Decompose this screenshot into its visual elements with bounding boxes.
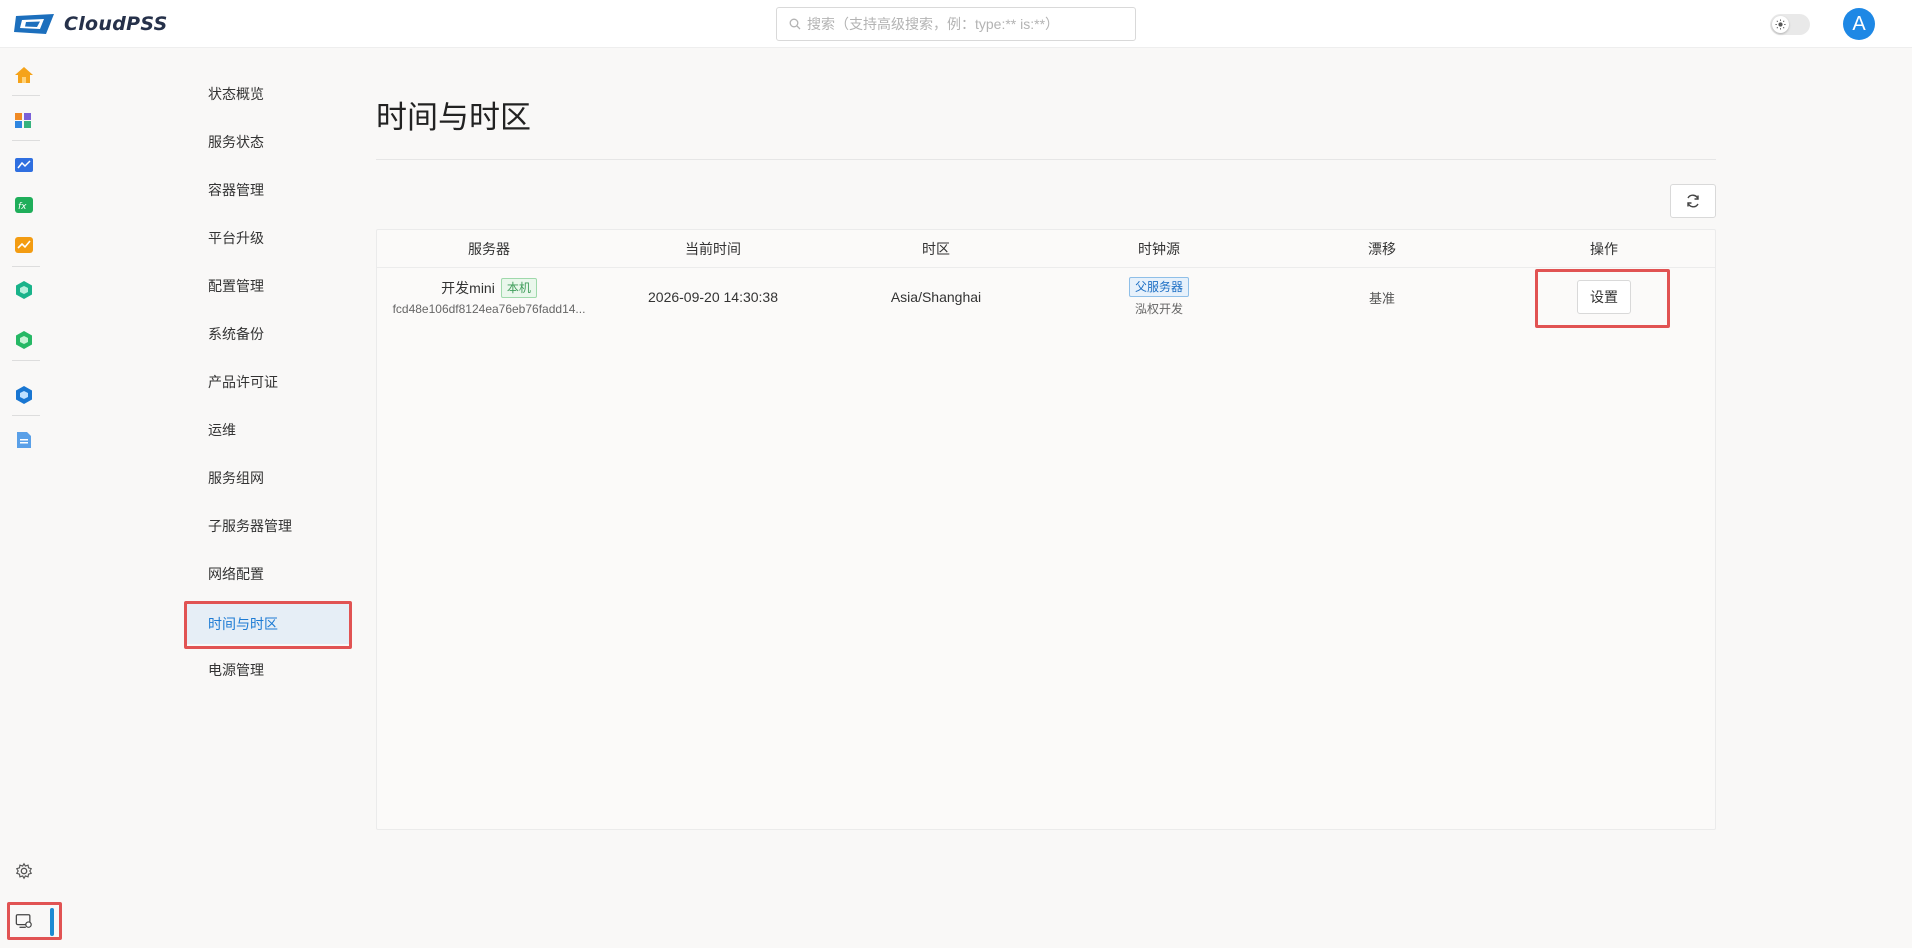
refresh-button[interactable] [1670,184,1716,218]
submenu-item-container-management[interactable]: 容器管理 [184,170,352,210]
rail-divider [12,360,40,361]
submenu-item-status-overview[interactable]: 状态概览 [184,74,352,114]
server-id: fcd48e106df8124ea76eb76fadd14... [392,302,586,316]
cloudpss-logo[interactable]: CloudPSS [14,12,168,36]
search-input[interactable]: 搜索（支持高级搜索，例：type:** is:**） [776,7,1136,41]
submenu-item-service-networking[interactable]: 服务组网 [184,458,352,498]
top-bar: CloudPSS 搜索（支持高级搜索，例：type:** is:**） A [0,0,1912,48]
timezone-value: Asia/Shanghai [890,289,982,305]
rail-active-indicator [50,908,54,936]
cloudpss-logo-icon [14,14,54,34]
parent-server-tag: 父服务器 [1128,277,1189,297]
drift-value: 基准 [1368,290,1395,306]
time-table: 服务器 当前时间 时区 时钟源 漂移 操作 开发mini 本机 fcd48e10… [376,229,1716,830]
local-tag: 本机 [500,278,537,298]
submenu-item-product-license[interactable]: 产品许可证 [184,362,352,402]
action-highlight [1535,269,1670,328]
apps-icon[interactable] [14,110,34,130]
function-icon[interactable]: fx [14,195,34,215]
submenu-item-system-backup[interactable]: 系统备份 [184,314,352,354]
server-cell: 开发mini 本机 fcd48e106df8124ea76eb76fadd14.… [377,268,601,326]
clock-source-cell: 父服务器 泓权开发 [1047,268,1271,326]
app-rail: fx [0,48,48,948]
drift-cell: 基准 [1271,268,1493,326]
hexagon-green-icon[interactable] [14,280,34,300]
rail-divider [12,266,40,267]
table-header: 服务器 当前时间 时区 时钟源 漂移 操作 [377,230,1715,268]
submenu-item-network-config[interactable]: 网络配置 [184,554,352,594]
submenu-item-platform-upgrade[interactable]: 平台升级 [184,218,352,258]
sun-icon [1772,16,1789,33]
logo-text: CloudPSS [64,13,168,35]
current-time: 2026-09-20 14:30:38 [648,289,778,305]
server-name-line: 开发mini 本机 [441,278,537,298]
hexagon-green-2-icon[interactable] [14,330,34,350]
header-clock-source: 时钟源 [1138,241,1180,257]
title-divider [376,159,1716,160]
submenu-item-sub-server-management[interactable]: 子服务器管理 [184,506,352,546]
rail-divider [12,415,40,416]
home-icon[interactable] [14,65,34,85]
refresh-icon [1687,194,1699,208]
active-submenu-highlight [184,601,352,649]
timezone-cell: Asia/Shanghai [825,268,1047,326]
settings-icon[interactable] [14,861,34,881]
submenu-item-service-status[interactable]: 服务状态 [184,122,352,162]
search-placeholder: 搜索（支持高级搜索，例：type:** is:**） [807,16,1060,32]
header-actions: 操作 [1590,241,1618,257]
header-drift: 漂移 [1368,241,1396,257]
theme-toggle[interactable] [1770,14,1810,35]
submenu-item-operations[interactable]: 运维 [184,410,352,450]
rail-divider [12,95,40,96]
page-title: 时间与时区 [376,100,531,135]
submenu-item-config-management[interactable]: 配置管理 [184,266,352,306]
search-icon [789,18,801,30]
current-time-cell: 2026-09-20 14:30:38 [601,268,825,326]
analytics-icon[interactable] [14,235,34,255]
submenu-item-power-management[interactable]: 电源管理 [184,650,352,690]
svg-text:fx: fx [18,202,27,212]
header-server: 服务器 [468,241,510,257]
chart-window-icon[interactable] [14,155,34,175]
hexagon-blue-icon[interactable] [14,385,34,405]
server-name: 开发mini [441,280,495,296]
rail-divider [12,140,40,141]
header-timezone: 时区 [922,241,950,257]
avatar[interactable]: A [1843,8,1875,40]
header-current-time: 当前时间 [685,241,741,257]
document-icon[interactable] [14,430,34,450]
clock-source-name: 泓权开发 [1134,302,1183,316]
